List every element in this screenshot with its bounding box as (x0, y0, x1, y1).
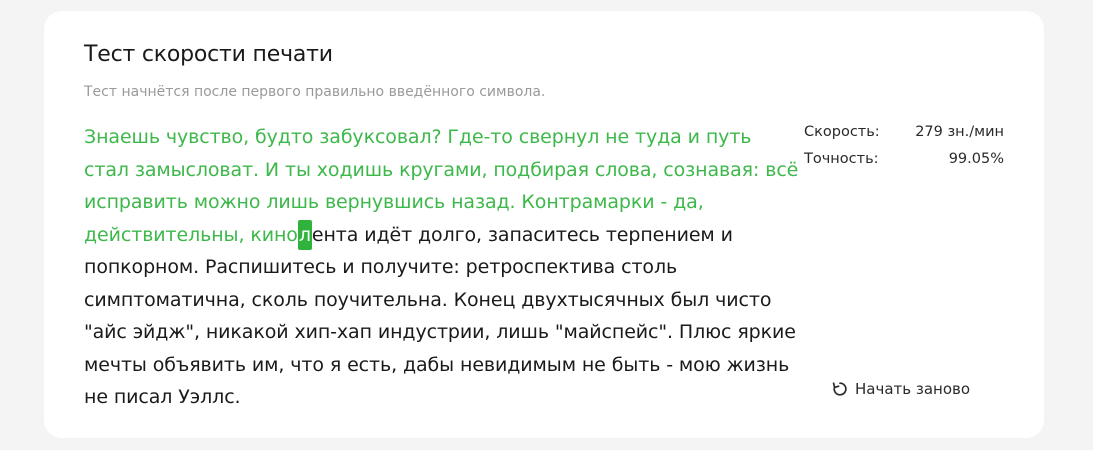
restart-icon (832, 381, 848, 397)
speed-label: Скорость: (804, 124, 880, 140)
accuracy-label: Точность: (804, 151, 879, 167)
typing-text[interactable]: Знаешь чувство, будто забуксовал? Где-то… (84, 121, 799, 414)
current-character: л (297, 219, 312, 250)
accuracy-stat: Точность: 99.05% (804, 146, 1004, 173)
typing-test-card: Тест скорости печати Тест начнётся после… (44, 11, 1044, 438)
accuracy-value: 99.05% (948, 151, 1004, 167)
remaining-text: ента идёт долго, запаситесь терпением и … (84, 223, 796, 409)
restart-label: Начать заново (855, 380, 971, 398)
page-title: Тест скорости печати (84, 42, 333, 67)
speed-value: 279 зн./мин (915, 124, 1004, 140)
stats-panel: Скорость: 279 зн./мин Точность: 99.05% (804, 119, 1004, 173)
speed-stat: Скорость: 279 зн./мин (804, 119, 1004, 146)
restart-button[interactable]: Начать заново (832, 380, 970, 398)
page-subtitle: Тест начнётся после первого правильно вв… (84, 84, 546, 100)
